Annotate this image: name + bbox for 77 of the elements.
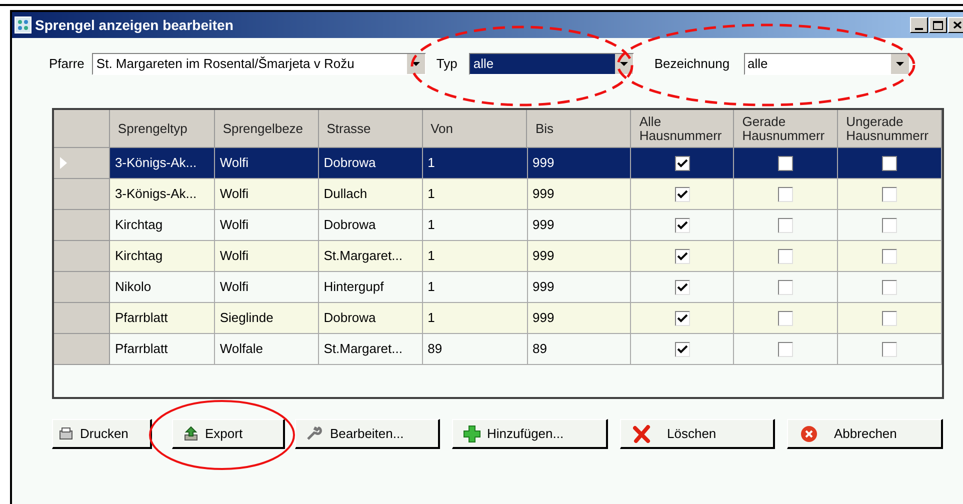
checkbox[interactable] bbox=[674, 280, 690, 294]
checkbox[interactable] bbox=[674, 186, 690, 202]
column-header[interactable]: Ungerade Hausnummerr bbox=[838, 110, 942, 148]
table-row[interactable]: Pfarrblatt Wolfale St.Margaret... 89 89 bbox=[54, 334, 942, 365]
table-row[interactable]: Kirchtag Wolfi Dobrowa 1 999 bbox=[54, 210, 942, 241]
maximize-button[interactable] bbox=[929, 17, 947, 33]
filter-label: Typ bbox=[436, 55, 458, 74]
plus-icon bbox=[463, 424, 481, 442]
app-icon bbox=[14, 16, 32, 34]
checkbox[interactable] bbox=[778, 248, 794, 264]
table-row[interactable]: 3-Königs-Ak... Wolfi Dobrowa 1 999 bbox=[54, 148, 942, 179]
table-cell: St.Margaret... bbox=[318, 334, 423, 365]
table-cell: Wolfale bbox=[214, 334, 319, 365]
checkbox[interactable] bbox=[674, 218, 690, 232]
checkbox[interactable] bbox=[882, 218, 898, 232]
table-row[interactable]: Nikolo Wolfi Hintergupf 1 999 bbox=[54, 272, 942, 303]
close-button[interactable] bbox=[948, 17, 963, 33]
checkbox[interactable] bbox=[882, 186, 898, 202]
row-pointer-icon bbox=[60, 157, 68, 169]
action-button[interactable]: Bearbeiten... bbox=[295, 419, 440, 449]
close-icon bbox=[952, 21, 962, 29]
checkbox[interactable] bbox=[674, 342, 690, 356]
table-cell: Pfarrblatt bbox=[110, 334, 215, 365]
minimize-button[interactable] bbox=[910, 17, 928, 33]
table-cell: 89 bbox=[528, 334, 632, 365]
maximize-icon bbox=[933, 20, 943, 30]
corner-header bbox=[54, 110, 110, 148]
action-button[interactable]: Abbrechen bbox=[787, 419, 943, 449]
dropdown[interactable]: St. Margareten im Rosental/Šmarjeta v Rožu bbox=[92, 53, 426, 75]
checkbox[interactable] bbox=[674, 310, 690, 326]
checkbox[interactable] bbox=[882, 342, 898, 356]
checkbox[interactable] bbox=[882, 310, 898, 326]
checkbox[interactable] bbox=[778, 310, 794, 326]
table-row[interactable]: Pfarrblatt Sieglinde Dobrowa 1 999 bbox=[54, 303, 942, 334]
column-header[interactable]: Von bbox=[422, 110, 528, 148]
table-cell: 89 bbox=[422, 334, 528, 365]
dropdown[interactable]: alle bbox=[469, 53, 634, 75]
check-icon bbox=[676, 282, 688, 292]
table-row[interactable]: 3-Königs-Ak... Wolfi Dullach 1 999 bbox=[54, 179, 942, 210]
checkbox[interactable] bbox=[882, 248, 898, 264]
column-header[interactable]: Bis bbox=[527, 110, 632, 148]
export-icon bbox=[183, 426, 199, 442]
checkbox[interactable] bbox=[778, 280, 794, 294]
check-icon bbox=[676, 344, 688, 354]
column-header[interactable]: Strasse bbox=[318, 110, 423, 148]
action-button[interactable]: Drucken bbox=[52, 419, 152, 449]
window-title: Sprengel anzeigen bearbeiten bbox=[35, 16, 234, 35]
column-header[interactable]: Gerade Hausnummerr bbox=[734, 110, 838, 148]
checkbox[interactable] bbox=[882, 280, 898, 294]
minimize-icon bbox=[915, 28, 923, 30]
dropdown[interactable]: alle bbox=[744, 53, 910, 75]
column-header[interactable]: Sprengeltyp bbox=[110, 110, 215, 148]
checkbox[interactable] bbox=[778, 342, 794, 356]
cancel-icon bbox=[800, 424, 818, 442]
check-icon bbox=[676, 312, 688, 324]
column-header[interactable]: Alle Hausnummerr bbox=[631, 110, 734, 148]
checkbox[interactable] bbox=[778, 186, 794, 202]
check-icon bbox=[676, 220, 688, 230]
column-header[interactable]: Sprengelbeze bbox=[214, 110, 319, 148]
action-button[interactable]: Export bbox=[172, 419, 285, 449]
action-button[interactable]: Hinzufügen... bbox=[452, 419, 608, 449]
wrench-icon bbox=[306, 426, 324, 442]
cross-icon bbox=[633, 424, 651, 442]
checkbox[interactable] bbox=[778, 218, 794, 232]
filter-label: Bezeichnung bbox=[654, 55, 730, 74]
checkbox[interactable] bbox=[778, 156, 794, 170]
checkbox[interactable] bbox=[674, 248, 690, 264]
check-icon bbox=[676, 188, 688, 200]
checkbox[interactable] bbox=[882, 156, 898, 170]
table-row[interactable]: Kirchtag Wolfi St.Margaret... 1 999 bbox=[54, 241, 942, 272]
check-icon bbox=[676, 250, 688, 262]
checkbox[interactable] bbox=[674, 156, 690, 170]
check-icon bbox=[676, 158, 688, 168]
printer-icon bbox=[58, 426, 74, 442]
filter-label: Pfarre bbox=[49, 55, 84, 74]
action-button[interactable]: Löschen bbox=[620, 419, 775, 449]
row-header[interactable] bbox=[54, 148, 110, 179]
